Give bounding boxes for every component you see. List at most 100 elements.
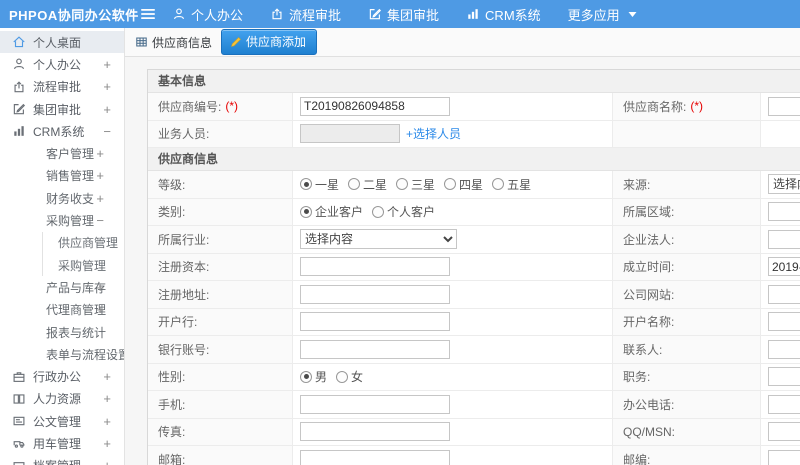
expand-icon[interactable]: + <box>103 57 111 72</box>
sidebar-item[interactable]: 人力资源 + <box>0 388 124 410</box>
text-input[interactable] <box>768 96 800 116</box>
text-input[interactable] <box>300 284 450 304</box>
form-label: 性别: <box>148 363 293 390</box>
sidebar-item[interactable]: 代理商管理 + <box>0 299 124 321</box>
nav-item-label: 流程审批 <box>289 7 342 23</box>
sidebar-item-label: 个人桌面 <box>33 35 82 50</box>
text-input[interactable] <box>300 96 450 116</box>
radio-option[interactable]: 五星 <box>492 176 531 193</box>
form-label-text: 联系人: <box>623 342 663 357</box>
radio-option[interactable]: 男 <box>300 368 327 385</box>
text-input[interactable] <box>300 339 450 359</box>
sidebar-item[interactable]: 用车管理 + <box>0 432 124 454</box>
text-input[interactable] <box>768 284 800 304</box>
text-input[interactable] <box>768 312 800 332</box>
expand-icon[interactable]: + <box>103 79 111 94</box>
sidebar-item[interactable]: 行政办公 + <box>0 365 124 387</box>
expand-icon[interactable]: + <box>103 458 111 465</box>
radio-option[interactable]: 个人客户 <box>372 203 435 220</box>
text-input[interactable] <box>768 202 800 222</box>
radio-icon[interactable] <box>396 178 409 191</box>
form-label-text: 手机: <box>158 397 186 412</box>
sidebar-item[interactable]: 销售管理 + <box>0 165 124 187</box>
radio-option[interactable]: 四星 <box>444 176 483 193</box>
expand-icon[interactable]: + <box>103 369 111 384</box>
sidebar-item[interactable]: 个人办公 + <box>0 53 124 75</box>
sidebar-item[interactable]: 产品与库存 + <box>0 276 124 298</box>
nav-item[interactable]: 个人办公 <box>172 5 243 24</box>
text-input[interactable] <box>300 394 450 414</box>
radio-icon[interactable] <box>492 178 505 191</box>
radio-icon[interactable] <box>372 205 385 218</box>
select-input[interactable]: 选择内容 <box>768 174 800 195</box>
radio-selected-icon[interactable] <box>300 205 312 218</box>
sidebar-item[interactable]: 客户管理 + <box>0 142 124 164</box>
radio-icon[interactable] <box>444 178 457 191</box>
text-input[interactable] <box>768 394 800 414</box>
expand-icon[interactable]: + <box>103 102 111 117</box>
text-input[interactable] <box>768 449 800 465</box>
text-input[interactable] <box>300 312 450 332</box>
form-field <box>761 363 800 390</box>
expand-icon[interactable]: + <box>96 146 104 161</box>
form-row: 邮箱: 邮编: <box>148 446 800 465</box>
select-person-link[interactable]: +选择人员 <box>406 125 461 142</box>
sidebar-item[interactable]: 供应商管理 <box>0 231 124 255</box>
sidebar-item[interactable]: 采购管理 − <box>0 209 124 231</box>
expand-icon[interactable]: + <box>96 280 104 295</box>
radio-icon[interactable] <box>348 178 361 191</box>
share-icon <box>270 7 284 21</box>
expand-icon[interactable]: + <box>96 168 104 183</box>
sidebar-item[interactable]: 集团审批 + <box>0 98 124 120</box>
expand-icon[interactable]: + <box>96 302 104 317</box>
collapse-icon[interactable]: − <box>96 213 104 228</box>
radio-option[interactable]: 一星 <box>300 176 339 193</box>
collapse-icon[interactable]: − <box>103 124 111 139</box>
person-picker-input[interactable] <box>300 124 400 144</box>
text-input[interactable] <box>768 339 800 359</box>
sidebar-item[interactable]: 档案管理 + <box>0 455 124 465</box>
text-input[interactable] <box>300 422 450 442</box>
expand-icon[interactable]: + <box>103 436 111 451</box>
sidebar-item-label: 个人办公 <box>33 57 82 72</box>
form-field <box>293 391 613 418</box>
form-label: 开户行: <box>148 308 293 335</box>
expand-icon[interactable]: + <box>96 191 104 206</box>
sidebar-item[interactable]: 财务收支 + <box>0 187 124 209</box>
sidebar-item-label: 客户管理 <box>46 147 95 162</box>
text-input[interactable] <box>300 257 450 277</box>
sidebar-item[interactable]: 流程审批 + <box>0 76 124 98</box>
form-field: 企业客户 个人客户 <box>293 198 613 225</box>
form-label: 职务: <box>613 363 761 390</box>
hamburger-icon[interactable] <box>140 7 156 21</box>
expand-icon[interactable]: + <box>103 391 111 406</box>
sidebar-item[interactable]: 个人桌面 <box>0 31 124 54</box>
form-label-text: 开户行: <box>158 315 198 330</box>
text-input[interactable] <box>768 422 800 442</box>
sidebar-item[interactable]: 公文管理 + <box>0 410 124 432</box>
radio-option[interactable]: 企业客户 <box>300 203 363 220</box>
nav-item[interactable]: 更多应用 <box>568 5 637 24</box>
radio-icon[interactable] <box>336 370 349 383</box>
text-input[interactable] <box>300 449 450 465</box>
radio-selected-icon[interactable] <box>300 178 312 191</box>
text-input[interactable] <box>768 257 800 277</box>
text-input[interactable] <box>768 229 800 249</box>
tab-supplier-info[interactable]: 供应商信息 <box>135 34 212 51</box>
radio-option[interactable]: 二星 <box>348 176 387 193</box>
sidebar-item[interactable]: 报表与统计 <box>0 321 124 343</box>
radio-option[interactable]: 女 <box>336 368 363 385</box>
sidebar-item[interactable]: 采购管理 <box>0 253 124 277</box>
nav-item[interactable]: CRM系统 <box>466 5 541 24</box>
radio-selected-icon[interactable] <box>300 370 312 383</box>
tab-supplier-add[interactable]: 供应商添加 <box>221 29 318 55</box>
radio-option[interactable]: 三星 <box>396 176 435 193</box>
text-input[interactable] <box>768 367 800 387</box>
form-label: 来源: <box>613 171 761 198</box>
sidebar-item[interactable]: CRM系统 − <box>0 120 124 142</box>
nav-item[interactable]: 集团审批 <box>368 5 439 24</box>
sidebar-item[interactable]: 表单与流程设置+ <box>0 343 124 365</box>
select-input[interactable]: 选择内容 <box>300 229 457 250</box>
expand-icon[interactable]: + <box>103 414 111 429</box>
nav-item[interactable]: 流程审批 <box>270 5 341 24</box>
